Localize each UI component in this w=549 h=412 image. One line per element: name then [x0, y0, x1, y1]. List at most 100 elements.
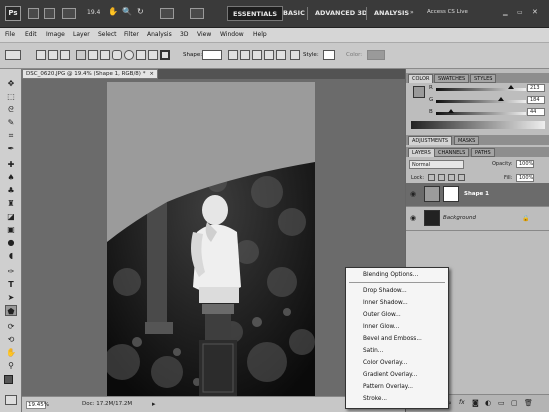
menu-item-inner-glow[interactable]: Inner Glow...	[363, 324, 399, 330]
zoom-level-dropdown[interactable]: 19.4	[87, 9, 100, 16]
blue-slider-knob[interactable]	[448, 109, 455, 113]
tab-adjustments[interactable]: ADJUSTMENTS	[408, 136, 453, 145]
pen-icon[interactable]: ✑	[5, 266, 17, 277]
rectangle-icon[interactable]	[100, 50, 110, 60]
layer-row-background[interactable]: ◉ Background 🔒	[406, 207, 549, 231]
type-icon[interactable]: T	[5, 279, 17, 290]
polygon-icon[interactable]	[136, 50, 146, 60]
new-group-icon[interactable]: ▭	[498, 399, 505, 407]
intersect-shape-icon[interactable]	[264, 50, 274, 60]
delete-layer-icon[interactable]: 🗑	[524, 399, 533, 407]
lock-image-icon[interactable]	[438, 174, 445, 181]
style-picker[interactable]	[323, 50, 335, 60]
menu-item-blending-options[interactable]: Blending Options...	[363, 272, 418, 278]
document-tab[interactable]: DSC_0620.JPG @ 19.4% (Shape 1, RGB/8) * …	[22, 69, 158, 79]
document-canvas[interactable]	[107, 82, 315, 396]
zoom-field[interactable]: 19.45%	[26, 401, 49, 409]
lock-transparent-icon[interactable]	[428, 174, 435, 181]
lasso-icon[interactable]: ᘓ	[5, 104, 17, 115]
tab-color[interactable]: COLOR	[408, 74, 434, 83]
red-value-field[interactable]: 213	[527, 84, 545, 92]
menu-edit[interactable]: Edit	[25, 31, 37, 38]
shape-layers-icon[interactable]	[36, 50, 46, 60]
eyedropper-icon[interactable]: ✒	[5, 143, 17, 154]
history-brush-icon[interactable]: ♜	[5, 198, 17, 209]
new-shape-layer-icon[interactable]	[228, 50, 238, 60]
screen-mode-icon[interactable]	[190, 8, 204, 19]
menu-window[interactable]: Window	[220, 31, 244, 38]
quick-mask-icon[interactable]	[5, 395, 17, 405]
menu-help[interactable]: Help	[253, 31, 267, 38]
color-swatch[interactable]	[367, 50, 385, 60]
brush-icon[interactable]: ♠	[5, 172, 17, 183]
menu-item-stroke[interactable]: Stroke...	[363, 396, 387, 402]
menu-item-bevel-and-emboss[interactable]: Bevel and Emboss...	[363, 336, 422, 342]
visibility-eye-icon[interactable]: ◉	[410, 191, 418, 198]
minimize-icon[interactable]: ▁	[503, 9, 508, 16]
menu-select[interactable]: Select	[98, 31, 117, 38]
menu-filter[interactable]: Filter	[124, 31, 139, 38]
layer-style-icon[interactable]: fx	[459, 399, 465, 406]
menu-item-pattern-overlay[interactable]: Pattern Overlay...	[363, 384, 413, 390]
path-select-icon[interactable]: ➤	[5, 292, 17, 303]
red-slider-knob[interactable]	[508, 85, 515, 89]
tab-paths[interactable]: PATHS	[471, 148, 495, 157]
menu-item-inner-shadow[interactable]: Inner Shadow...	[363, 300, 408, 306]
shape-icon[interactable]: ⬟	[5, 305, 17, 316]
menu-file[interactable]: File	[5, 31, 15, 38]
new-layer-icon[interactable]: ▢	[511, 399, 518, 407]
lock-all-icon[interactable]	[458, 174, 465, 181]
menu-item-drop-shadow[interactable]: Drop Shadow...	[363, 288, 407, 294]
ellipse-icon[interactable]	[124, 50, 134, 60]
color-ramp[interactable]	[411, 121, 545, 129]
blend-mode-select[interactable]: Normal	[409, 160, 464, 169]
layer-row-shape-1[interactable]: ◉ Shape 1	[406, 183, 549, 207]
blue-value-field[interactable]: 44	[527, 108, 545, 116]
rotate-view-icon[interactable]: ↻	[137, 7, 144, 16]
fill-pixels-icon[interactable]	[60, 50, 70, 60]
tab-swatches[interactable]: SWATCHES	[434, 74, 470, 83]
more-workspaces-button[interactable]: »	[410, 9, 414, 16]
green-value-field[interactable]: 184	[527, 96, 545, 104]
foreground-color-swatch[interactable]	[4, 375, 13, 384]
fill-field[interactable]: 100%	[516, 174, 534, 182]
add-mask-icon[interactable]: ◙	[472, 399, 479, 407]
red-slider[interactable]	[436, 85, 526, 91]
menu-item-gradient-overlay[interactable]: Gradient Overlay...	[363, 372, 417, 378]
menu-3d[interactable]: 3D	[180, 31, 188, 38]
workspace-advanced-3d[interactable]: ADVANCED 3D	[310, 6, 372, 21]
layer-name[interactable]: Shape 1	[464, 191, 489, 197]
cs-live-button[interactable]: Access CS Live	[427, 9, 468, 15]
layer-name[interactable]: Background	[443, 215, 476, 221]
dodge-icon[interactable]: ◖	[5, 250, 17, 261]
quick-select-icon[interactable]: ✎	[5, 117, 17, 128]
menu-analysis[interactable]: Analysis	[147, 31, 172, 38]
blue-slider[interactable]	[436, 109, 526, 115]
rounded-rectangle-icon[interactable]	[112, 50, 122, 60]
workspace-essentials[interactable]: ESSENTIALS	[227, 6, 284, 21]
healing-icon[interactable]: ✚	[5, 159, 17, 170]
tab-masks[interactable]: MASKS	[454, 136, 480, 145]
mini-bridge-icon[interactable]	[44, 8, 55, 19]
menu-item-outer-glow[interactable]: Outer Glow...	[363, 312, 401, 318]
add-to-shape-icon[interactable]	[240, 50, 250, 60]
marquee-icon[interactable]: ⬚	[5, 91, 17, 102]
pen-option-icon[interactable]	[76, 50, 86, 60]
zoom-tool-icon[interactable]: 🔍	[122, 7, 132, 16]
move-icon[interactable]: ✥	[5, 78, 17, 89]
close-document-icon[interactable]: ×	[149, 70, 154, 79]
extras-dropdown-icon[interactable]	[62, 8, 76, 19]
maximize-icon[interactable]: ▭	[517, 9, 523, 16]
menu-layer[interactable]: Layer	[73, 31, 90, 38]
tab-layers[interactable]: LAYERS	[408, 148, 435, 157]
3d-rotate-icon[interactable]: ⟳	[5, 321, 17, 332]
workspace-analysis[interactable]: ANALYSIS	[369, 6, 414, 21]
shape-picker[interactable]	[202, 50, 222, 60]
hand-icon[interactable]: ✋	[5, 347, 17, 358]
menu-item-color-overlay[interactable]: Color Overlay...	[363, 360, 407, 366]
menu-view[interactable]: View	[197, 31, 211, 38]
stamp-icon[interactable]: ♣	[5, 185, 17, 196]
close-icon[interactable]: ✕	[532, 8, 538, 16]
visibility-eye-icon[interactable]: ◉	[410, 215, 418, 222]
line-icon[interactable]	[148, 50, 158, 60]
